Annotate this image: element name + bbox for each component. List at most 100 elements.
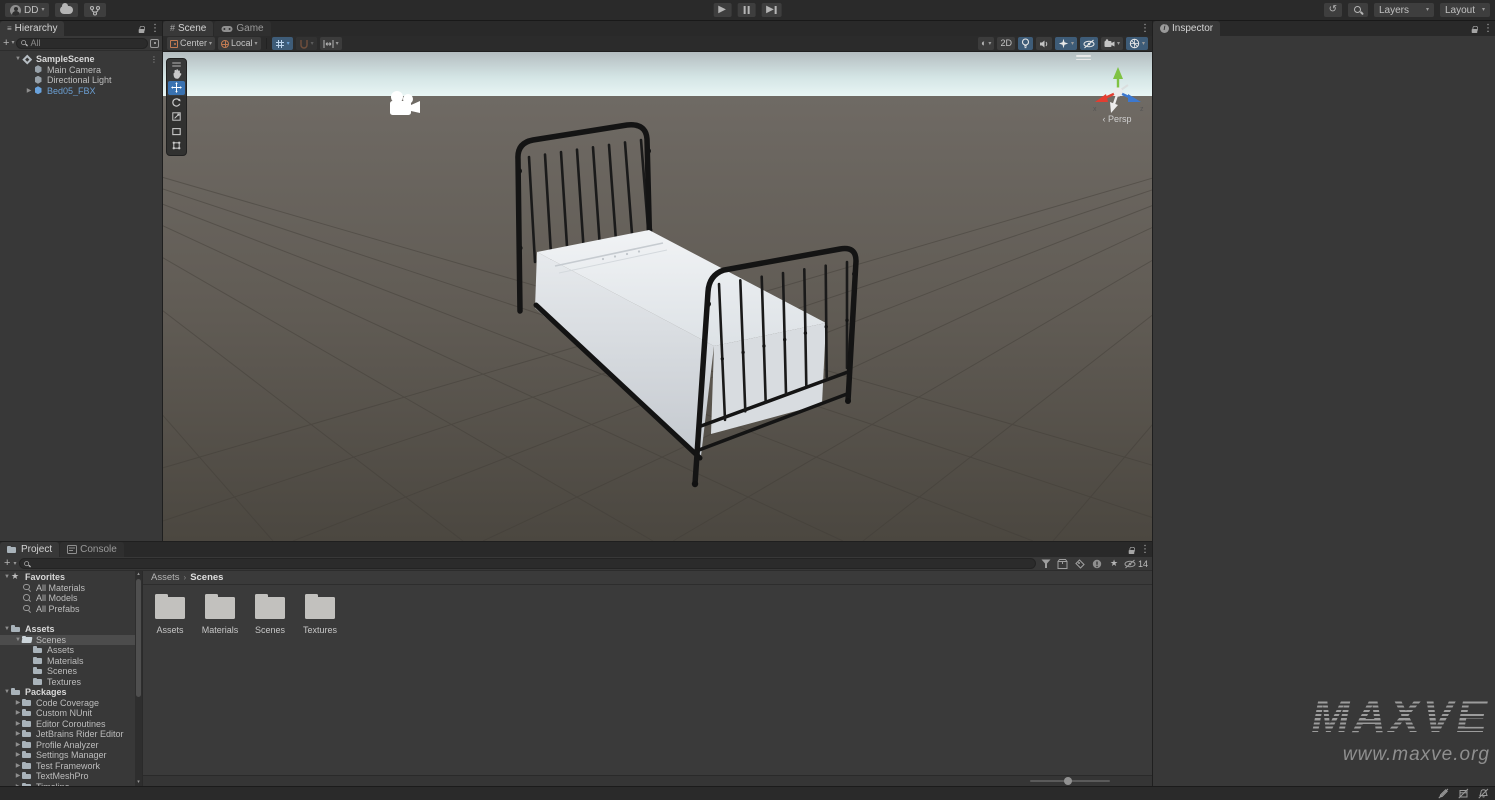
- expand-arrow-icon[interactable]: [14, 721, 22, 727]
- tree-row-assets[interactable]: Assets ⋮: [0, 645, 135, 656]
- snap-settings-dropdown[interactable]: ▾: [320, 37, 342, 50]
- account-dropdown[interactable]: DD ▾: [4, 2, 50, 18]
- tool-space-dropdown[interactable]: Local ▾: [218, 37, 261, 50]
- tree-row-all-prefabs[interactable]: All Prefabs ⋮: [0, 604, 135, 615]
- folder-tile[interactable]: Assets: [147, 597, 193, 635]
- expand-arrow-icon[interactable]: [14, 56, 22, 62]
- folder-tile[interactable]: Scenes: [247, 597, 293, 635]
- expand-arrow-icon[interactable]: [14, 731, 22, 737]
- layers-dropdown[interactable]: Layers ▾: [1373, 2, 1435, 18]
- expand-arrow-icon[interactable]: [25, 88, 33, 94]
- expand-arrow-icon[interactable]: [14, 763, 22, 769]
- tree-row-jetbrains-rider-editor[interactable]: JetBrains Rider Editor ⋮: [0, 729, 135, 740]
- tree-row-custom-nunit[interactable]: Custom NUnit ⋮: [0, 708, 135, 719]
- create-button[interactable]: +: [4, 558, 10, 569]
- expand-arrow-icon[interactable]: [14, 710, 22, 716]
- create-dropdown-icon[interactable]: ▾: [13, 561, 16, 567]
- draw-mode-dropdown[interactable]: ◐ ▾: [978, 37, 994, 50]
- cloud-services-button[interactable]: [54, 2, 79, 18]
- tree-row-textures[interactable]: Textures ⋮: [0, 677, 135, 688]
- tree-row-scenes[interactable]: Scenes ⋮: [0, 635, 135, 646]
- orientation-gizmo[interactable]: x z: [1090, 64, 1146, 120]
- favorites-filter-button[interactable]: ★: [1107, 558, 1121, 570]
- package-slash-icon[interactable]: [1458, 788, 1469, 799]
- tool-pivot-dropdown[interactable]: Center ▾: [167, 37, 215, 50]
- gizmos-dropdown[interactable]: ▾: [1126, 37, 1148, 50]
- bell-slash-icon[interactable]: [1478, 788, 1489, 799]
- lock-icon[interactable]: [1128, 546, 1135, 554]
- breadcrumb-current[interactable]: Scenes: [190, 572, 223, 583]
- lock-icon[interactable]: [1471, 25, 1478, 33]
- hand-tool-button[interactable]: [168, 67, 185, 81]
- tree-row-test-framework[interactable]: Test Framework ⋮: [0, 761, 135, 772]
- tab-scene[interactable]: # Scene: [163, 21, 213, 36]
- tab-console[interactable]: Console: [60, 542, 124, 557]
- expand-arrow-icon[interactable]: [3, 574, 11, 580]
- tab-hierarchy[interactable]: ≡ Hierarchy: [0, 21, 64, 36]
- camera-settings-dropdown[interactable]: ▾: [1101, 37, 1123, 50]
- scene-visibility-toggle[interactable]: [1080, 37, 1098, 50]
- tree-row-favorites[interactable]: Favorites ⋮: [0, 572, 135, 583]
- alerts-button[interactable]: [1090, 558, 1104, 570]
- slider-knob[interactable]: [1064, 777, 1072, 785]
- undo-history-button[interactable]: ↺: [1323, 2, 1343, 18]
- hidden-count-button[interactable]: 14: [1124, 558, 1148, 570]
- tab-inspector[interactable]: Inspector: [1153, 21, 1220, 36]
- project-search[interactable]: [19, 558, 1036, 569]
- lock-icon[interactable]: [138, 25, 145, 33]
- pen-slash-icon[interactable]: [1438, 788, 1449, 799]
- kebab-menu-icon[interactable]: ⋮: [1140, 545, 1150, 555]
- hierarchy-row-main-camera[interactable]: Main Camera ⋮: [0, 65, 162, 76]
- tree-row-scenes[interactable]: Scenes ⋮: [0, 666, 135, 677]
- scrollbar-thumb[interactable]: [136, 579, 141, 697]
- transform-tool-button[interactable]: [168, 139, 185, 153]
- kebab-menu-icon[interactable]: ⋮: [1483, 24, 1493, 34]
- step-button[interactable]: ▶: [760, 2, 783, 18]
- tree-row-assets[interactable]: Assets ⋮: [0, 624, 135, 635]
- expand-arrow-icon[interactable]: [3, 626, 11, 632]
- pause-button[interactable]: [736, 2, 756, 18]
- expand-arrow-icon[interactable]: [14, 742, 22, 748]
- tree-row-editor-coroutines[interactable]: Editor Coroutines ⋮: [0, 719, 135, 730]
- tree-row-all-models[interactable]: All Models ⋮: [0, 593, 135, 604]
- scene-lighting-toggle[interactable]: [1018, 37, 1033, 50]
- expand-arrow-icon[interactable]: [14, 752, 22, 758]
- tree-row[interactable]: [0, 614, 135, 624]
- tree-row-textmeshpro[interactable]: TextMeshPro ⋮: [0, 771, 135, 782]
- breadcrumb-root[interactable]: Assets: [151, 572, 180, 583]
- play-button[interactable]: ▶: [712, 2, 732, 18]
- hierarchy-search-input[interactable]: [30, 38, 144, 48]
- search-button[interactable]: [1347, 2, 1369, 18]
- folder-tile[interactable]: Textures: [297, 597, 343, 635]
- tree-row-all-materials[interactable]: All Materials ⋮: [0, 583, 135, 594]
- scale-tool-button[interactable]: [168, 110, 185, 124]
- scroll-down-icon[interactable]: ▾: [135, 779, 142, 786]
- expand-arrow-icon[interactable]: [14, 773, 22, 779]
- kebab-menu-icon[interactable]: ⋮: [1140, 24, 1150, 34]
- tree-row-code-coverage[interactable]: Code Coverage ⋮: [0, 698, 135, 709]
- tree-row-materials[interactable]: Materials ⋮: [0, 656, 135, 667]
- hierarchy-row-samplescene[interactable]: SampleScene ⋮: [0, 54, 162, 65]
- project-search-input[interactable]: [33, 559, 1032, 569]
- folder-tile[interactable]: Materials: [197, 597, 243, 635]
- overlay-drag-handle[interactable]: [172, 62, 181, 64]
- tree-row-packages[interactable]: Packages ⋮: [0, 687, 135, 698]
- 2d-toggle[interactable]: 2D: [997, 37, 1015, 50]
- search-by-label-button[interactable]: [1073, 558, 1087, 570]
- tree-row-settings-manager[interactable]: Settings Manager ⋮: [0, 750, 135, 761]
- perspective-label[interactable]: Persp: [1082, 114, 1152, 124]
- tree-scrollbar[interactable]: ▴ ▾: [135, 571, 142, 786]
- grid-snapping-toggle[interactable]: ▾: [272, 37, 293, 50]
- move-tool-button[interactable]: [168, 81, 185, 95]
- hierarchy-search[interactable]: [16, 38, 148, 49]
- create-button[interactable]: +: [3, 38, 9, 49]
- tab-game[interactable]: Game: [214, 21, 270, 36]
- increment-snap-button[interactable]: ▾: [296, 37, 317, 50]
- create-dropdown-icon[interactable]: ▾: [11, 40, 14, 46]
- scene-viewport[interactable]: x z Persp: [163, 52, 1152, 541]
- scroll-up-icon[interactable]: ▴: [135, 571, 142, 578]
- tab-project[interactable]: Project: [0, 542, 59, 557]
- kebab-menu-icon[interactable]: ⋮: [150, 24, 160, 34]
- layout-dropdown[interactable]: Layout ▾: [1439, 2, 1491, 18]
- rect-tool-button[interactable]: [168, 125, 185, 139]
